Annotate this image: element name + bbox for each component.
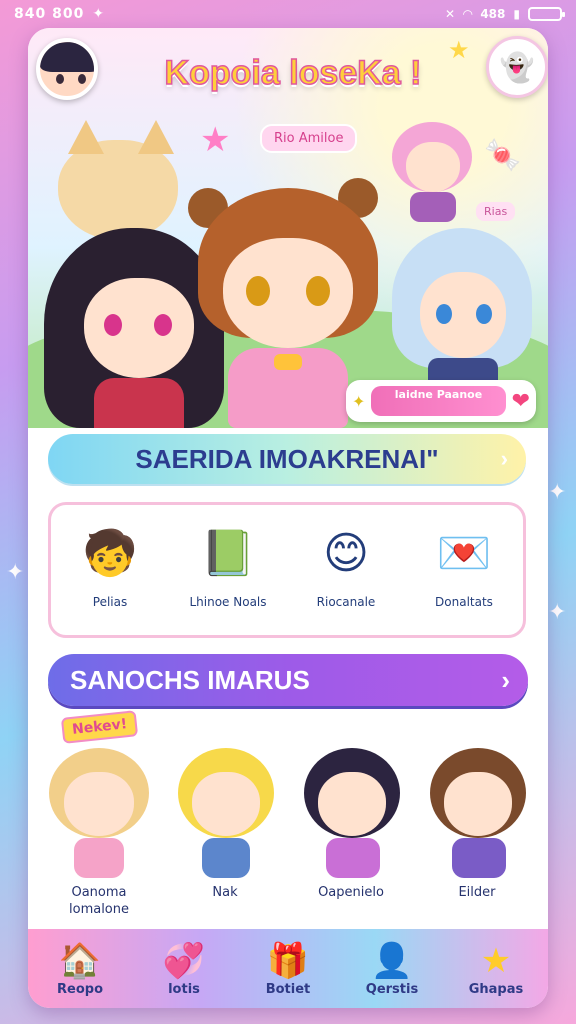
feature-item[interactable]: 🧒 Pelias	[55, 515, 165, 609]
avatar[interactable]	[36, 38, 98, 100]
nav-item-chapters[interactable]: ★ Ghapas	[451, 940, 541, 997]
sparkle-icon: ✦	[6, 560, 25, 585]
lock-icon: ▮	[513, 7, 520, 21]
feature-label: Donaltats	[435, 595, 493, 609]
character-card[interactable]: Oanoma lomalone	[40, 728, 158, 928]
nav-label: Ghapas	[468, 982, 524, 997]
hero-banner: Kopoia loseKa ! ★ 👻 ★ Rio Amiloe Rias 🍬 …	[28, 28, 548, 428]
hero-action-label: laidne Paanoe	[371, 386, 506, 416]
feature-label: Riocanale	[316, 595, 376, 609]
character-list: Oanoma lomalone Nak Oapenielo Eilder	[36, 728, 540, 928]
chevron-right-icon: ›	[500, 446, 508, 471]
battery-icon	[528, 7, 565, 21]
pink-hair-girl-character	[392, 122, 472, 222]
heart-icon: ❤	[511, 388, 530, 414]
status-time: 840 800	[14, 6, 85, 22]
hero-tag-small: Rias	[476, 202, 516, 221]
ghost-heart-icon: 💞	[162, 941, 206, 981]
battery-text: 488	[480, 7, 506, 21]
smiley-face-icon: 😊	[323, 527, 369, 579]
feature-grid: 🧒 Pelias 📗 Lhinoe Noals 😊 Riocanale 💌 Do…	[48, 502, 526, 638]
nav-item-profile[interactable]: 👤 Qerstis	[347, 940, 437, 997]
character-name: Oanoma lomalone	[69, 885, 129, 917]
character-card[interactable]: Oapenielo	[292, 728, 410, 928]
star-icon: ★	[448, 36, 470, 64]
sparkle-icon: ✦	[548, 480, 567, 505]
feature-item[interactable]: 😊 Riocanale	[291, 515, 401, 610]
section-banner-2[interactable]: SANOCHS IMARUS ›	[48, 654, 528, 706]
home-icon: 🏠	[58, 941, 102, 981]
profile-icon: 👤	[370, 941, 414, 981]
section-1-title: SAERIDA IMOAKRENAI"	[135, 443, 439, 474]
gift-box-icon: 🎁	[266, 941, 310, 981]
character-card[interactable]: Eilder	[418, 728, 536, 928]
nav-label: Botiet	[265, 982, 311, 997]
cat-ear-yellow-character	[170, 728, 280, 878]
cat-ear-blonde-character	[44, 728, 154, 878]
character-name: Oapenielo	[318, 885, 384, 900]
nav-item-home[interactable]: 🏠 Reopo	[35, 940, 125, 997]
brown-hair-boy-character	[422, 728, 532, 878]
nav-label: lotis	[168, 982, 200, 997]
character-card[interactable]: Nak	[166, 728, 284, 928]
candy-icon: 🍬	[484, 138, 522, 173]
app-title: Kopoia loseKa !	[164, 53, 422, 93]
sparkle-icon: ✦	[548, 600, 567, 625]
nav-item-friends[interactable]: 💞 lotis	[139, 940, 229, 997]
signal-icon: ✕	[445, 7, 456, 21]
character-name: Nak	[212, 885, 238, 900]
star-icon: ★	[480, 941, 512, 981]
bottom-nav: 🏠 Reopo 💞 lotis 🎁 Botiet 👤 Qerstis ★ Gha…	[28, 926, 548, 1008]
section-banner-1[interactable]: SAERIDA IMOAKRENAI" ›	[48, 434, 526, 484]
cat-girl-character	[48, 120, 188, 240]
feature-item[interactable]: 💌 Donaltats	[409, 515, 519, 609]
hero-action-chip[interactable]: ✦ laidne Paanoe ❤	[346, 380, 536, 422]
winking-girl-character	[296, 728, 406, 878]
hero-tag: Rio Amiloe	[260, 124, 358, 153]
chevron-right-icon: ›	[501, 664, 510, 695]
ghost-mascot-button[interactable]: 👻	[486, 36, 548, 98]
app-frame: Kopoia loseKa ! ★ 👻 ★ Rio Amiloe Rias 🍬 …	[28, 28, 548, 1008]
feature-label: Pelias	[92, 595, 128, 609]
green-book-icon: 📗	[200, 528, 256, 579]
sparkle-icon: ✦	[352, 391, 366, 411]
status-bar: 840 800 ✦ ✕ ◠ 488 ▮	[0, 0, 576, 28]
sparkle-icon: ✦	[92, 6, 105, 22]
character-name: Eilder	[458, 885, 496, 900]
blue-hair-girl-character	[392, 228, 532, 398]
feature-label: Lhinoe Noals	[189, 595, 267, 609]
feature-item[interactable]: 📗 Lhinoe Noals	[173, 515, 283, 609]
nav-label: Reopo	[57, 982, 103, 997]
boy-character-icon: 🧒	[82, 528, 138, 579]
nav-label: Qerstis	[365, 982, 419, 997]
wifi-icon: ◠	[463, 7, 473, 21]
nav-item-shop[interactable]: 🎁 Botiet	[243, 940, 333, 997]
pink-card-icon: 💌	[436, 528, 492, 579]
pink-star-icon: ★	[200, 120, 231, 160]
section-2-title: SANOCHS IMARUS	[70, 664, 310, 695]
